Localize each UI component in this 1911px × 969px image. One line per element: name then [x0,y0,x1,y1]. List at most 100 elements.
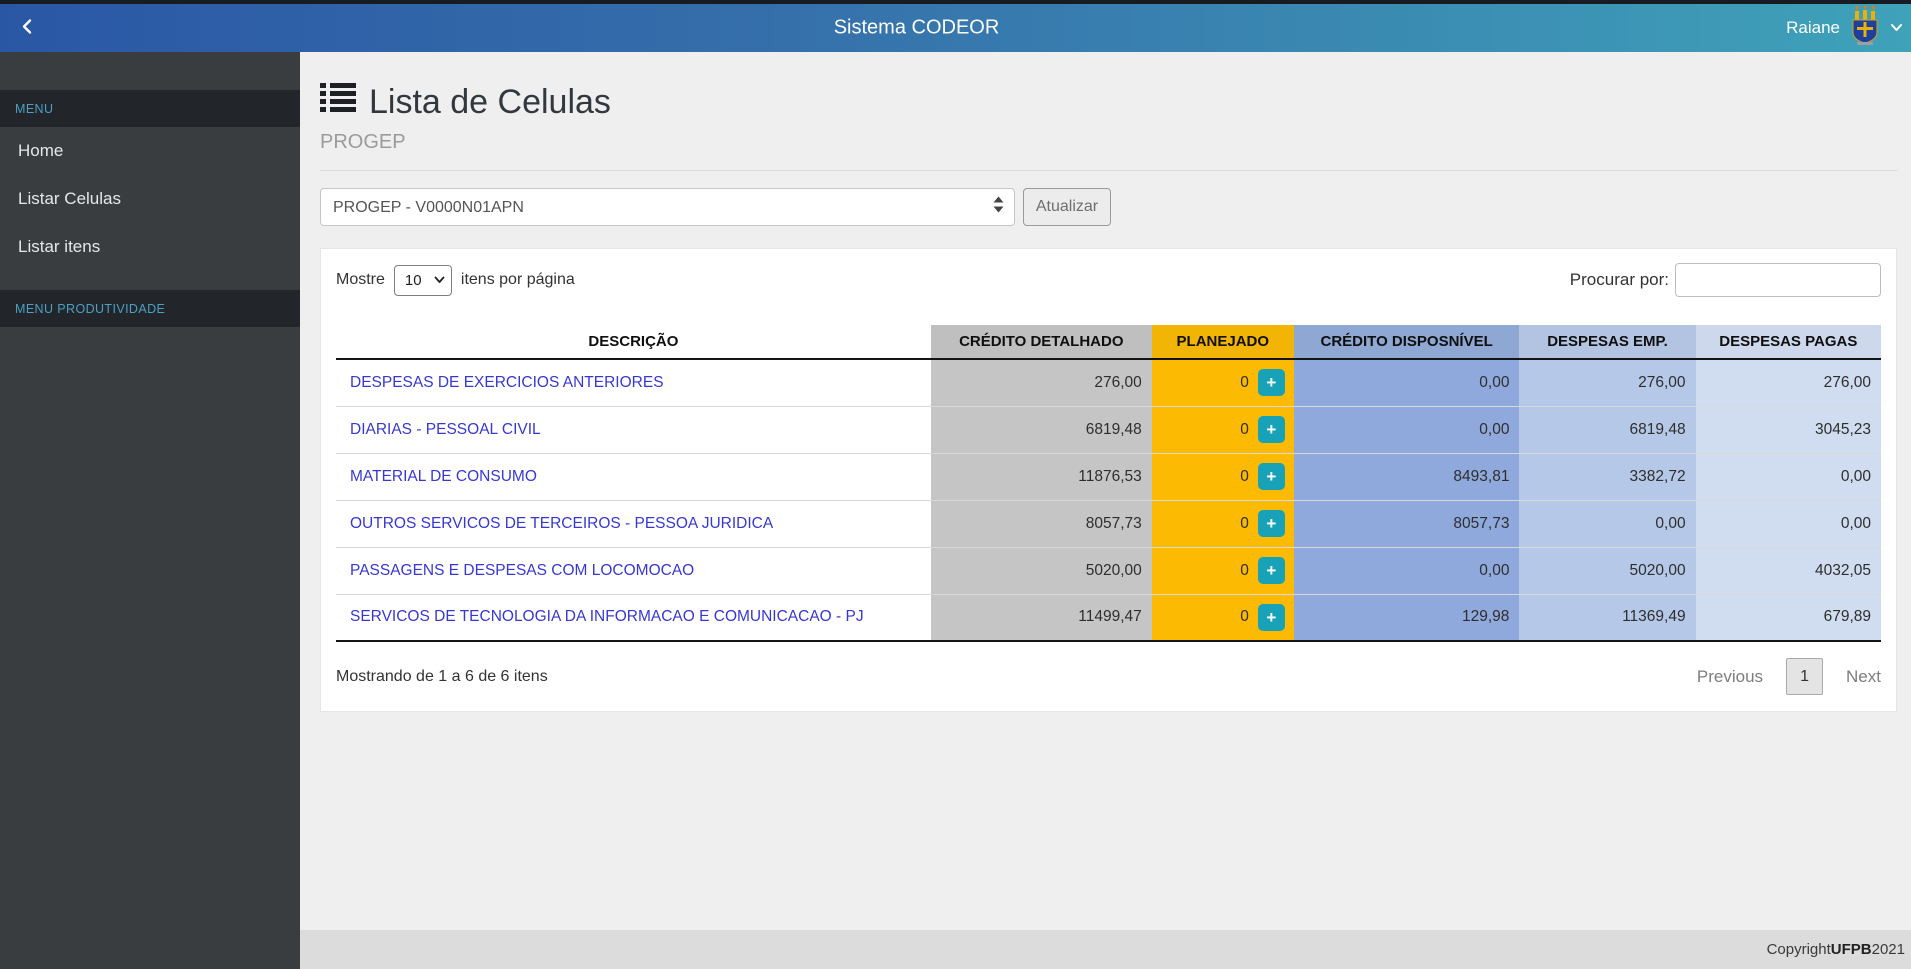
descricao-link[interactable]: MATERIAL DE CONSUMO [350,468,537,485]
credito-detalhado-cell: 8057,73 [931,500,1152,547]
filter-row: PROGEP - V0000N01APN Atualizar [320,188,1897,226]
cells-table: DESCRIÇÃO CRÉDITO DETALHADO PLANEJADO CR… [336,325,1881,642]
credito-disponivel-cell: 0,00 [1294,547,1520,594]
credito-disponivel-cell: 0,00 [1294,359,1520,406]
topbar: Sistema CODEOR Raiane [0,0,1911,52]
header-despesas-emp: DESPESAS EMP. [1519,325,1695,359]
header-descricao: DESCRIÇÃO [336,325,931,359]
despesas-emp-cell: 5020,00 [1519,547,1695,594]
despesas-pagas-cell: 276,00 [1696,359,1881,406]
page-subtitle: PROGEP [320,131,1897,154]
search-box: Procurar por: [1570,263,1881,297]
planejado-value: 0 [1240,468,1249,486]
unit-select-wrap: PROGEP - V0000N01APN [320,188,1015,226]
table-header-row: DESCRIÇÃO CRÉDITO DETALHADO PLANEJADO CR… [336,325,1881,359]
planejado-cell: 0 + [1152,594,1294,641]
add-planejado-button[interactable]: + [1258,416,1285,443]
card-toolbar: Mostre 10 itens por página Procurar por: [336,263,1881,297]
sidebar: MENU Home Listar Celulas Listar itens ME… [0,52,300,969]
despesas-pagas-cell: 0,00 [1696,500,1881,547]
despesas-pagas-cell: 4032,05 [1696,547,1881,594]
page-size-prefix: Mostre [336,271,385,289]
add-planejado-button[interactable]: + [1258,369,1285,396]
descricao-link[interactable]: SERVICOS DE TECNOLOGIA DA INFORMACAO E C… [350,608,864,625]
credito-detalhado-cell: 6819,48 [931,406,1152,453]
planejado-cell: 0 + [1152,500,1294,547]
planejado-cell: 0 + [1152,359,1294,406]
sidebar-item-listar-celulas[interactable]: Listar Celulas [0,175,300,223]
app-screen: Sistema CODEOR Raiane [0,0,1911,969]
table-row: PASSAGENS E DESPESAS COM LOCOMOCAO 5020,… [336,547,1881,594]
planejado-value: 0 [1240,562,1249,580]
page-header: Lista de Celulas PROGEP [320,82,1897,171]
credito-disponivel-cell: 8493,81 [1294,453,1520,500]
planejado-cell: 0 + [1152,453,1294,500]
credito-detalhado-cell: 11499,47 [931,594,1152,641]
search-label: Procurar por: [1570,270,1669,290]
page-size-select[interactable]: 10 [394,265,452,296]
pagination: Previous 1 Next [1697,658,1881,695]
credito-disponivel-cell: 8057,73 [1294,500,1520,547]
add-planejado-button[interactable]: + [1258,557,1285,584]
table-row: MATERIAL DE CONSUMO 11876,53 0 + 8493,81… [336,453,1881,500]
next-button[interactable]: Next [1846,667,1881,687]
descricao-link[interactable]: DESPESAS DE EXERCICIOS ANTERIORES [350,374,664,391]
results-summary: Mostrando de 1 a 6 de 6 itens [336,668,548,686]
page-size-control: Mostre 10 itens por página [336,265,575,296]
page-title-text: Lista de Celulas [369,82,611,122]
copyright-org: UFPB [1831,941,1872,958]
page-1-button[interactable]: 1 [1786,658,1823,695]
table-row: OUTROS SERVICOS DE TERCEIROS - PESSOA JU… [336,500,1881,547]
credito-disponivel-cell: 0,00 [1294,406,1520,453]
copyright-year: 2021 [1872,941,1905,958]
header-planejado: PLANEJADO [1152,325,1294,359]
add-planejado-button[interactable]: + [1258,463,1285,490]
planejado-value: 0 [1240,608,1249,626]
despesas-emp-cell: 3382,72 [1519,453,1695,500]
add-planejado-button[interactable]: + [1258,604,1285,631]
table-row: DIARIAS - PESSOAL CIVIL 6819,48 0 + 0,00… [336,406,1881,453]
header-despesas-pagas: DESPESAS PAGAS [1696,325,1881,359]
descricao-link[interactable]: OUTROS SERVICOS DE TERCEIROS - PESSOA JU… [350,515,773,532]
sidebar-item-home[interactable]: Home [0,127,300,175]
table-card: Mostre 10 itens por página Procurar por: [320,248,1897,712]
planejado-value: 0 [1240,374,1249,392]
planejado-value: 0 [1240,515,1249,533]
despesas-pagas-cell: 0,00 [1696,453,1881,500]
app-title: Sistema CODEOR [0,17,1833,40]
despesas-emp-cell: 6819,48 [1519,406,1695,453]
descricao-link[interactable]: DIARIAS - PESSOAL CIVIL [350,421,541,438]
credito-detalhado-cell: 276,00 [931,359,1152,406]
user-menu[interactable]: Raiane [1786,4,1903,52]
user-name: Raiane [1786,18,1840,38]
sidebar-section-menu: MENU [0,90,300,127]
sidebar-spacer [0,271,300,290]
descricao-link[interactable]: PASSAGENS E DESPESAS COM LOCOMOCAO [350,562,694,579]
search-input[interactable] [1675,263,1881,297]
add-planejado-button[interactable]: + [1258,510,1285,537]
header-credito-disponivel: CRÉDITO DISPOSNÍVEL [1294,325,1520,359]
sidebar-item-listar-itens[interactable]: Listar itens [0,223,300,271]
sidebar-spacer [0,52,300,90]
copyright-text: Copyright [1767,941,1831,958]
despesas-emp-cell: 0,00 [1519,500,1695,547]
update-button[interactable]: Atualizar [1023,188,1111,226]
footer: CopyrightUFPB2021 [300,930,1911,969]
header-credito-detalhado: CRÉDITO DETALHADO [931,325,1152,359]
despesas-pagas-cell: 679,89 [1696,594,1881,641]
ufpb-crest-icon [1851,6,1879,51]
sidebar-section-produtividade: MENU PRODUTIVIDADE [0,290,300,327]
table-row: DESPESAS DE EXERCICIOS ANTERIORES 276,00… [336,359,1881,406]
planejado-cell: 0 + [1152,406,1294,453]
list-icon [320,82,356,122]
table-row: SERVICOS DE TECNOLOGIA DA INFORMACAO E C… [336,594,1881,641]
page-title: Lista de Celulas [320,82,1897,122]
planejado-value: 0 [1240,421,1249,439]
credito-detalhado-cell: 5020,00 [931,547,1152,594]
previous-button[interactable]: Previous [1697,667,1763,687]
page-size-suffix: itens por página [461,271,575,289]
main-content: Lista de Celulas PROGEP PROGEP - V0000N0… [300,52,1911,969]
chevron-down-icon [1890,19,1903,37]
card-footer: Mostrando de 1 a 6 de 6 itens Previous 1… [336,658,1881,695]
unit-select[interactable]: PROGEP - V0000N01APN [320,188,1015,226]
